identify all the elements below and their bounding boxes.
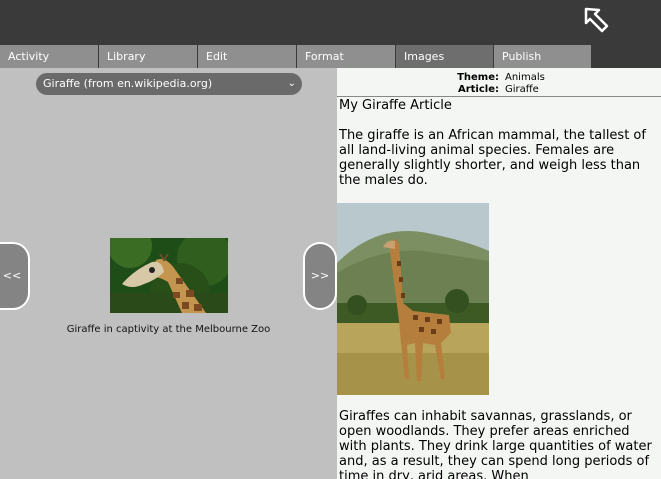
tab-publish[interactable]: Publish [494, 45, 592, 68]
article-title: My Giraffe Article [339, 98, 452, 113]
giraffe-article-image[interactable] [337, 203, 489, 395]
giraffe-thumbnail-image[interactable] [110, 238, 228, 313]
tab-images[interactable]: Images [396, 45, 494, 68]
article-value: Giraffe [505, 84, 539, 95]
chevron-down-icon: ⌄ [287, 78, 296, 89]
article-paragraph: The giraffe is an African mammal, the ta… [339, 128, 646, 188]
theme-value: Animals [505, 72, 545, 83]
article-pane: Theme: Animals Article: Giraffe My Giraffe… [337, 68, 661, 479]
divider [337, 96, 661, 97]
theme-label: Theme: [457, 72, 499, 83]
article-header: Theme: Animals Article: Giraffe [337, 72, 661, 96]
tab-edit[interactable]: Edit [198, 45, 297, 68]
article-body[interactable]: My Giraffe Article The giraffe is an Afr… [337, 98, 661, 479]
source-select-value: Giraffe (from en.wikipedia.org) [43, 77, 213, 90]
article-label: Article: [457, 84, 499, 95]
tab-format[interactable]: Format [297, 45, 396, 68]
tab-activity[interactable]: Activity [0, 45, 99, 68]
cursor-arrow-icon [584, 7, 609, 33]
image-caption: Giraffe in captivity at the Melbourne Zo… [66, 324, 271, 335]
article-paragraph: Giraffes can inhabit savannas, grassland… [339, 409, 652, 479]
source-select[interactable]: Giraffe (from en.wikipedia.org) ⌄ [36, 73, 302, 95]
previous-image-button[interactable]: << [0, 242, 30, 310]
toolbar [0, 0, 661, 45]
tab-library[interactable]: Library [99, 45, 198, 68]
image-browser-pane: Giraffe (from en.wikipedia.org) ⌄ << >> … [0, 68, 337, 479]
next-image-button[interactable]: >> [303, 242, 337, 310]
tab-bar: Activity Library Edit Format Images Publ… [0, 45, 661, 68]
